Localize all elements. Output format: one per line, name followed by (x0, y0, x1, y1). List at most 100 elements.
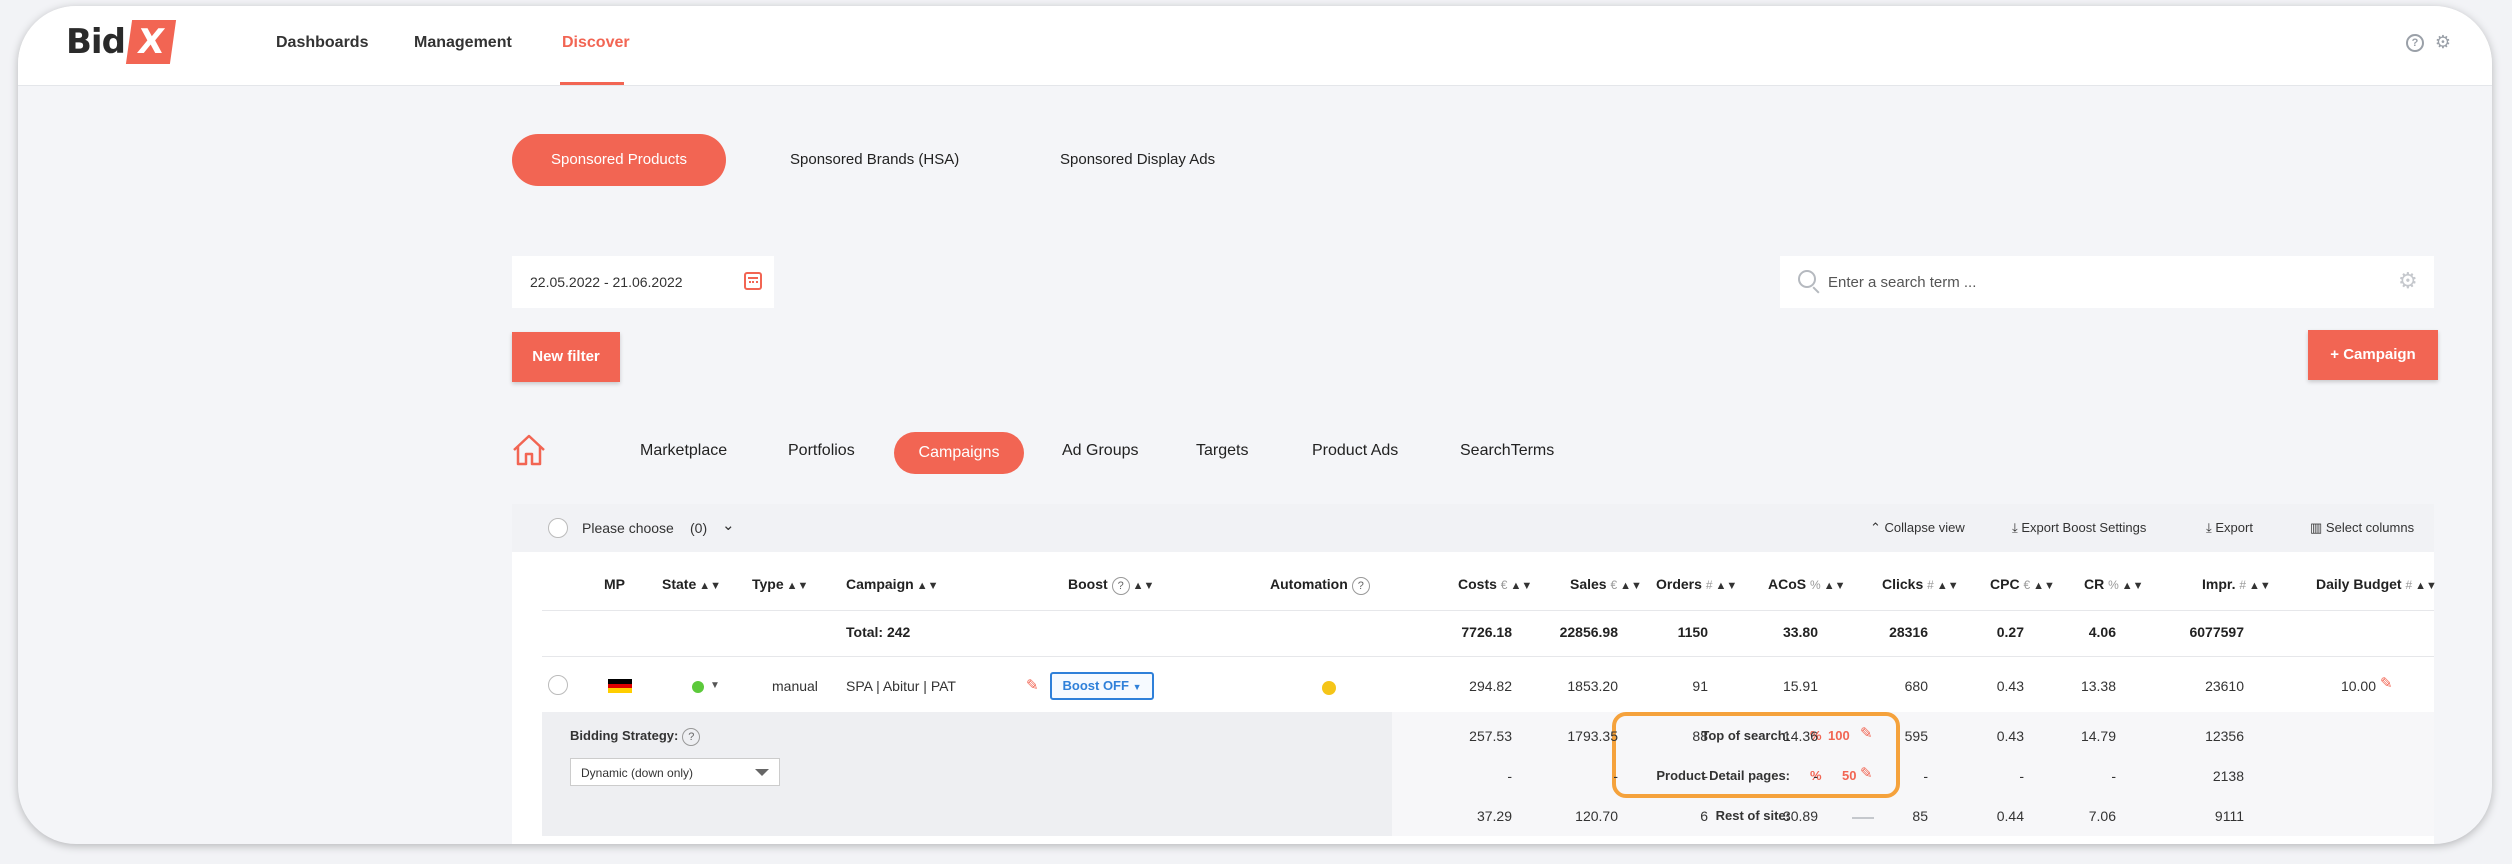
logo[interactable]: Bid X (66, 20, 177, 64)
new-filter-button[interactable]: New filter (512, 332, 620, 382)
total-orders: 1150 (1677, 624, 1708, 640)
nav-item-dashboards[interactable]: Dashboards (276, 34, 368, 52)
add-campaign-button[interactable]: + Campaign (2308, 330, 2438, 380)
tab-sponsored-brands[interactable]: Sponsored Brands (HSA) (790, 134, 959, 186)
selected-count: (0) (690, 520, 708, 536)
header-state[interactable]: State ▲▼ (662, 576, 721, 592)
dash-icon (1852, 817, 1874, 819)
tab-marketplace[interactable]: Marketplace (640, 442, 727, 460)
row-orders: 91 (1692, 678, 1708, 694)
sort-icon[interactable]: ▲▼ (699, 580, 721, 592)
row-daily-budget[interactable]: 10.00 (2320, 678, 2376, 694)
sort-icon[interactable]: ▲▼ (2415, 580, 2437, 592)
header-acos-label: ACoS (1768, 576, 1807, 592)
unit-label: € (2023, 578, 2031, 592)
placements-highlight (1612, 712, 1900, 798)
select-all-radio[interactable] (548, 518, 568, 538)
bidding-strategy-text: Bidding Strategy: (570, 728, 679, 743)
header-cpc[interactable]: CPC € ▲▼ (1990, 576, 2055, 592)
header-acos[interactable]: ACoS % ▲▼ (1768, 576, 1845, 592)
tab-campaigns[interactable]: Campaigns (894, 432, 1024, 474)
header-boost[interactable]: Boost? ▲▼ (1068, 576, 1154, 595)
total-cr: 4.06 (2088, 624, 2116, 640)
header-daily-budget[interactable]: Daily Budget # ▲▼ (2316, 576, 2437, 592)
header-costs[interactable]: Costs € ▲▼ (1458, 576, 1532, 592)
edit-top-of-search-icon[interactable]: ✎ (1860, 724, 1873, 742)
header-clicks[interactable]: Clicks # ▲▼ (1882, 576, 1959, 592)
export-boost-settings-label: Export Boost Settings (2021, 520, 2147, 535)
unit-label: € (1610, 578, 1618, 592)
chevron-down-icon[interactable]: ⌄ (722, 516, 735, 534)
sort-icon[interactable]: ▲▼ (1824, 580, 1846, 592)
nav-item-management[interactable]: Management (414, 34, 512, 52)
header-daily-budget-label: Daily Budget (2316, 576, 2402, 592)
sort-icon[interactable]: ▲▼ (1620, 580, 1642, 592)
table-toolbar: Please choose (0) ⌄ ⌃ Collapse view ⤓ Ex… (512, 504, 2434, 552)
edit-campaign-icon[interactable]: ✎ (1026, 676, 1039, 694)
calendar-icon[interactable] (744, 272, 762, 290)
header-cr[interactable]: CR % ▲▼ (2084, 576, 2144, 592)
home-icon[interactable] (511, 432, 547, 468)
search-input[interactable] (1828, 268, 2368, 296)
please-choose-label[interactable]: Please choose (582, 520, 674, 536)
header-campaign-label: Campaign (846, 576, 914, 592)
search-settings-icon[interactable]: ⚙ (2398, 270, 2418, 292)
tab-sponsored-products[interactable]: Sponsored Products (512, 134, 726, 186)
row-costs: 294.82 (1469, 678, 1512, 694)
total-acos: 33.80 (1782, 624, 1818, 640)
sort-icon[interactable]: ▲▼ (2122, 580, 2144, 592)
placement-value-product-detail-pages[interactable]: 50 (1842, 768, 1856, 783)
tab-sponsored-display-ads[interactable]: Sponsored Display Ads (1060, 134, 1215, 186)
sort-icon[interactable]: ▲▼ (917, 580, 939, 592)
row-select-radio[interactable] (548, 675, 568, 695)
unit-label: # (2405, 578, 2413, 592)
export-boost-settings-button[interactable]: ⤓ Export Boost Settings (2012, 520, 2146, 536)
header-campaign[interactable]: Campaign ▲▼ (846, 576, 938, 592)
sort-icon[interactable]: ▲▼ (2249, 580, 2271, 592)
header-type[interactable]: Type ▲▼ (752, 576, 808, 592)
header-impressions[interactable]: Impr. # ▲▼ (2202, 576, 2271, 592)
select-columns-button[interactable]: ▥ Select columns (2310, 520, 2414, 536)
boost-dropdown-button[interactable]: Boost OFF ▼ (1050, 672, 1154, 700)
edit-product-detail-pages-icon[interactable]: ✎ (1860, 764, 1873, 782)
header-mp: MP (604, 576, 625, 592)
tab-product-ads[interactable]: Product Ads (1312, 442, 1398, 460)
row-type: manual (772, 678, 818, 694)
edit-budget-icon[interactable]: ✎ (2380, 674, 2393, 692)
header-orders[interactable]: Orders # ▲▼ (1656, 576, 1737, 592)
header-automation-label: Automation (1270, 576, 1348, 592)
bidding-strategy-select[interactable]: Dynamic (down only) (570, 758, 780, 786)
header-impressions-label: Impr. (2202, 576, 2236, 592)
tab-targets[interactable]: Targets (1196, 442, 1248, 460)
nav-item-discover[interactable]: Discover (562, 34, 630, 52)
unit-label: % (1810, 578, 1821, 592)
select-columns-label: Select columns (2325, 520, 2415, 535)
help-icon[interactable]: ? (682, 728, 701, 746)
columns-icon: ▥ (2310, 520, 2323, 535)
header-sales[interactable]: Sales € ▲▼ (1570, 576, 1642, 592)
sort-icon[interactable]: ▲▼ (1510, 580, 1532, 592)
state-dropdown-icon[interactable]: ▼ (710, 680, 720, 691)
header-cr-label: CR (2084, 576, 2105, 592)
sort-icon[interactable]: ▲▼ (1937, 580, 1959, 592)
export-button[interactable]: ⤓ Export (2206, 520, 2253, 536)
collapse-view-button[interactable]: ⌃ Collapse view (1870, 520, 1965, 536)
gear-icon[interactable]: ⚙ (2434, 33, 2452, 51)
date-range-picker[interactable]: 22.05.2022 - 21.06.2022 (512, 256, 774, 308)
tab-searchterms[interactable]: SearchTerms (1460, 442, 1554, 460)
placement-1-costs: - (1507, 768, 1512, 784)
search-box: ⚙ (1780, 256, 2434, 308)
tab-ad-groups[interactable]: Ad Groups (1062, 442, 1138, 460)
state-status-dot[interactable] (692, 681, 704, 693)
help-icon[interactable]: ? (1351, 577, 1370, 595)
sort-icon[interactable]: ▲▼ (2033, 580, 2055, 592)
app-window: Bid X Dashboards Management Discover ? ⚙… (18, 6, 2492, 844)
help-icon[interactable]: ? (2406, 34, 2424, 52)
placement-value-top-of-search[interactable]: 100 (1828, 728, 1850, 743)
help-icon[interactable]: ? (1111, 577, 1130, 595)
sort-icon[interactable]: ▲▼ (787, 580, 809, 592)
tab-portfolios[interactable]: Portfolios (788, 442, 855, 460)
row-campaign-name[interactable]: SPA | Abitur | PAT (846, 678, 956, 694)
sort-icon[interactable]: ▲▼ (1133, 580, 1155, 592)
sort-icon[interactable]: ▲▼ (1716, 580, 1738, 592)
